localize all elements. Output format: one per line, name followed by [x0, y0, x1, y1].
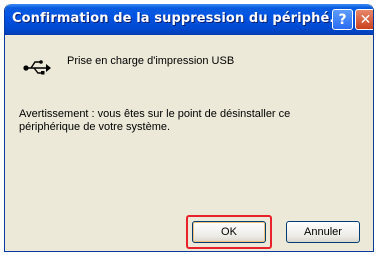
help-icon: ?: [338, 11, 347, 28]
device-label: Prise en charge d'impression USB: [67, 55, 235, 67]
cancel-button[interactable]: Annuler: [286, 221, 360, 243]
close-button[interactable]: ✕: [355, 9, 373, 30]
warning-message: Avertissement : vous êtes sur le point d…: [19, 108, 291, 133]
close-icon: ✕: [359, 11, 372, 28]
uninstall-confirmation-dialog: Confirmation de la suppression du périph…: [4, 4, 374, 252]
usb-icon: [23, 60, 51, 75]
title-bar[interactable]: Confirmation de la suppression du périph…: [5, 4, 373, 35]
help-button[interactable]: ?: [332, 9, 353, 30]
dialog-title: Confirmation de la suppression du périph…: [12, 11, 345, 26]
ok-button[interactable]: OK: [192, 221, 266, 243]
